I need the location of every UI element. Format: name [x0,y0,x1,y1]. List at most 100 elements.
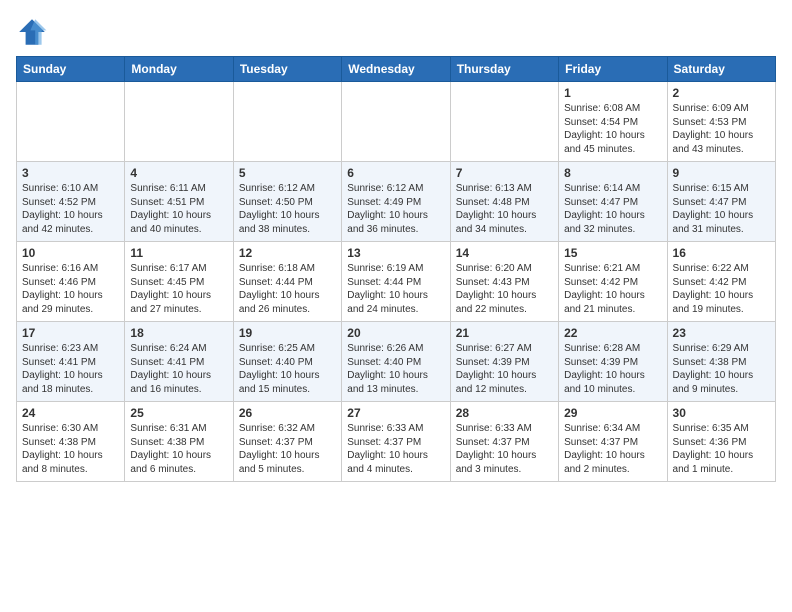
day-number: 12 [239,246,336,260]
calendar-cell: 27 Sunrise: 6:33 AM Sunset: 4:37 PM Dayli… [342,402,450,482]
cell-info: Sunrise: 6:32 AM Sunset: 4:37 PM Dayligh… [239,422,336,476]
day-number: 19 [239,326,336,340]
day-number: 7 [456,166,553,180]
calendar-cell [450,82,558,162]
calendar-cell: 21 Sunrise: 6:27 AM Sunset: 4:39 PM Dayli… [450,322,558,402]
day-number: 2 [673,86,770,100]
cell-info: Sunrise: 6:25 AM Sunset: 4:40 PM Dayligh… [239,342,336,396]
cell-info: Sunrise: 6:18 AM Sunset: 4:44 PM Dayligh… [239,262,336,316]
cell-info: Sunrise: 6:22 AM Sunset: 4:42 PM Dayligh… [673,262,770,316]
cell-info: Sunrise: 6:15 AM Sunset: 4:47 PM Dayligh… [673,182,770,236]
day-number: 25 [130,406,227,420]
calendar-cell: 10 Sunrise: 6:16 AM Sunset: 4:46 PM Dayli… [17,242,125,322]
cell-info: Sunrise: 6:27 AM Sunset: 4:39 PM Dayligh… [456,342,553,396]
day-number: 11 [130,246,227,260]
weekday-header: Saturday [667,57,775,82]
calendar-cell: 24Sunrise: 6:30 AM Sunset: 4:38 PM Dayli… [17,402,125,482]
calendar-cell: 11 Sunrise: 6:17 AM Sunset: 4:45 PM Dayli… [125,242,233,322]
day-number: 27 [347,406,444,420]
day-number: 20 [347,326,444,340]
calendar-cell: 9 Sunrise: 6:15 AM Sunset: 4:47 PM Daylig… [667,162,775,242]
cell-info: Sunrise: 6:13 AM Sunset: 4:48 PM Dayligh… [456,182,553,236]
calendar-cell: 28Sunrise: 6:33 AM Sunset: 4:37 PM Dayli… [450,402,558,482]
day-number: 14 [456,246,553,260]
calendar-cell: 5 Sunrise: 6:12 AM Sunset: 4:50 PM Daylig… [233,162,341,242]
day-number: 9 [673,166,770,180]
cell-info: Sunrise: 6:29 AM Sunset: 4:38 PM Dayligh… [673,342,770,396]
cell-info: Sunrise: 6:10 AM Sunset: 4:52 PM Dayligh… [22,182,119,236]
calendar-cell: 23 Sunrise: 6:29 AM Sunset: 4:38 PM Dayli… [667,322,775,402]
cell-info: Sunrise: 6:09 AM Sunset: 4:53 PM Dayligh… [673,102,770,156]
calendar-cell: 13Sunrise: 6:19 AM Sunset: 4:44 PM Dayli… [342,242,450,322]
cell-info: Sunrise: 6:16 AM Sunset: 4:46 PM Dayligh… [22,262,119,316]
day-number: 8 [564,166,661,180]
calendar-week-row: 3 Sunrise: 6:10 AM Sunset: 4:52 PM Daylig… [17,162,776,242]
weekday-header: Tuesday [233,57,341,82]
calendar-cell: 29 Sunrise: 6:34 AM Sunset: 4:37 PM Dayli… [559,402,667,482]
cell-info: Sunrise: 6:14 AM Sunset: 4:47 PM Dayligh… [564,182,661,236]
calendar-cell: 8 Sunrise: 6:14 AM Sunset: 4:47 PM Daylig… [559,162,667,242]
weekday-header: Monday [125,57,233,82]
cell-info: Sunrise: 6:33 AM Sunset: 4:37 PM Dayligh… [456,422,553,476]
cell-info: Sunrise: 6:21 AM Sunset: 4:42 PM Dayligh… [564,262,661,316]
day-number: 21 [456,326,553,340]
calendar-cell: 2 Sunrise: 6:09 AM Sunset: 4:53 PM Daylig… [667,82,775,162]
calendar-cell: 16Sunrise: 6:22 AM Sunset: 4:42 PM Dayli… [667,242,775,322]
calendar-table: SundayMondayTuesdayWednesdayThursdayFrid… [16,56,776,482]
calendar-cell [342,82,450,162]
calendar-week-row: 1Sunrise: 6:08 AM Sunset: 4:54 PM Daylig… [17,82,776,162]
calendar-cell: 1Sunrise: 6:08 AM Sunset: 4:54 PM Daylig… [559,82,667,162]
logo [16,16,52,48]
weekday-header: Thursday [450,57,558,82]
calendar-cell: 4Sunrise: 6:11 AM Sunset: 4:51 PM Daylig… [125,162,233,242]
cell-info: Sunrise: 6:23 AM Sunset: 4:41 PM Dayligh… [22,342,119,396]
day-number: 15 [564,246,661,260]
cell-info: Sunrise: 6:30 AM Sunset: 4:38 PM Dayligh… [22,422,119,476]
weekday-header: Sunday [17,57,125,82]
day-number: 3 [22,166,119,180]
cell-info: Sunrise: 6:12 AM Sunset: 4:49 PM Dayligh… [347,182,444,236]
day-number: 22 [564,326,661,340]
day-number: 6 [347,166,444,180]
day-number: 18 [130,326,227,340]
cell-info: Sunrise: 6:26 AM Sunset: 4:40 PM Dayligh… [347,342,444,396]
cell-info: Sunrise: 6:33 AM Sunset: 4:37 PM Dayligh… [347,422,444,476]
cell-info: Sunrise: 6:12 AM Sunset: 4:50 PM Dayligh… [239,182,336,236]
day-number: 30 [673,406,770,420]
calendar-cell: 22 Sunrise: 6:28 AM Sunset: 4:39 PM Dayli… [559,322,667,402]
calendar-cell: 25 Sunrise: 6:31 AM Sunset: 4:38 PM Dayli… [125,402,233,482]
cell-info: Sunrise: 6:31 AM Sunset: 4:38 PM Dayligh… [130,422,227,476]
page-header [16,16,776,48]
calendar-cell: 3 Sunrise: 6:10 AM Sunset: 4:52 PM Daylig… [17,162,125,242]
cell-info: Sunrise: 6:20 AM Sunset: 4:43 PM Dayligh… [456,262,553,316]
weekday-header: Wednesday [342,57,450,82]
cell-info: Sunrise: 6:17 AM Sunset: 4:45 PM Dayligh… [130,262,227,316]
calendar-cell: 7 Sunrise: 6:13 AM Sunset: 4:48 PM Daylig… [450,162,558,242]
day-number: 17 [22,326,119,340]
calendar-cell: 17 Sunrise: 6:23 AM Sunset: 4:41 PM Dayli… [17,322,125,402]
calendar-cell [125,82,233,162]
day-number: 13 [347,246,444,260]
calendar-cell: 19 Sunrise: 6:25 AM Sunset: 4:40 PM Dayli… [233,322,341,402]
calendar-week-row: 10 Sunrise: 6:16 AM Sunset: 4:46 PM Dayli… [17,242,776,322]
calendar-cell: 14 Sunrise: 6:20 AM Sunset: 4:43 PM Dayli… [450,242,558,322]
day-number: 23 [673,326,770,340]
cell-info: Sunrise: 6:24 AM Sunset: 4:41 PM Dayligh… [130,342,227,396]
day-number: 10 [22,246,119,260]
calendar-cell: 30Sunrise: 6:35 AM Sunset: 4:36 PM Dayli… [667,402,775,482]
calendar-cell: 18 Sunrise: 6:24 AM Sunset: 4:41 PM Dayli… [125,322,233,402]
day-number: 1 [564,86,661,100]
day-number: 26 [239,406,336,420]
calendar-cell: 26 Sunrise: 6:32 AM Sunset: 4:37 PM Dayli… [233,402,341,482]
day-number: 29 [564,406,661,420]
calendar-cell: 20 Sunrise: 6:26 AM Sunset: 4:40 PM Dayli… [342,322,450,402]
weekday-header: Friday [559,57,667,82]
day-number: 5 [239,166,336,180]
cell-info: Sunrise: 6:28 AM Sunset: 4:39 PM Dayligh… [564,342,661,396]
calendar-cell: 15 Sunrise: 6:21 AM Sunset: 4:42 PM Dayli… [559,242,667,322]
calendar-week-row: 24Sunrise: 6:30 AM Sunset: 4:38 PM Dayli… [17,402,776,482]
day-number: 4 [130,166,227,180]
cell-info: Sunrise: 6:34 AM Sunset: 4:37 PM Dayligh… [564,422,661,476]
header-row: SundayMondayTuesdayWednesdayThursdayFrid… [17,57,776,82]
calendar-week-row: 17 Sunrise: 6:23 AM Sunset: 4:41 PM Dayli… [17,322,776,402]
